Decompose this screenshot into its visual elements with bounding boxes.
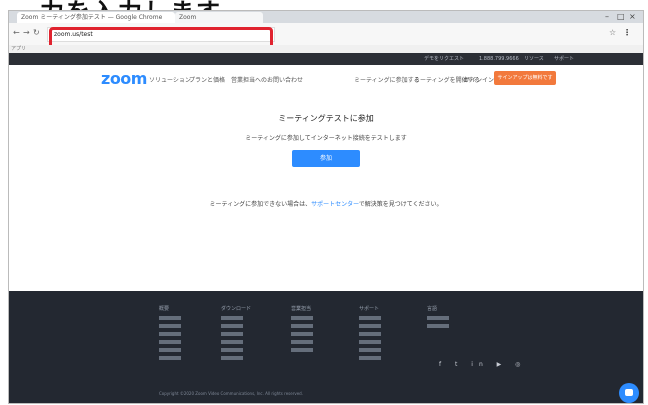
footer-link[interactable] <box>221 324 243 328</box>
footer-col-download: ダウンロード <box>221 305 251 364</box>
topstrip-support[interactable]: サポート <box>554 53 574 65</box>
footer-link[interactable] <box>291 324 313 328</box>
help-note-suffix: で解決策を見つけてください。 <box>358 201 443 208</box>
tab-zoom[interactable]: Zoom <box>175 12 263 23</box>
zoom-header: zoom ソリューション プランと価格 営業担当へのお問い合わせ ミーティングに… <box>9 65 643 93</box>
nav-pricing[interactable]: プランと価格 <box>189 75 225 84</box>
footer-heading: ダウンロード <box>221 306 252 312</box>
bookmark-apps[interactable]: アプリ <box>11 46 26 52</box>
footer-heading: 概要 <box>159 306 170 312</box>
maximize-icon[interactable]: □ <box>617 11 625 23</box>
back-icon[interactable]: ← <box>13 28 20 37</box>
page-subtitle: ミーティングに参加してインターネット接続をテストします <box>245 135 407 142</box>
footer-link[interactable] <box>359 324 381 328</box>
footer-col-support: サポート <box>359 305 381 364</box>
reload-icon[interactable]: ↻ <box>33 28 40 37</box>
zoom-top-strip: デモをリクエスト 1.888.799.9666 リソース サポート <box>9 53 643 65</box>
footer: 概要 ダウンロード 営業担当 サポート 言語 f t in ▶ ◎ Copyri… <box>9 291 643 403</box>
footer-link[interactable] <box>221 356 243 360</box>
social-icons[interactable]: f t in ▶ ◎ <box>439 361 526 368</box>
tab-bar: Zoom ミーティング参加テスト — Google Chrome Zoom – … <box>9 11 643 23</box>
minimize-icon[interactable]: – <box>605 11 609 23</box>
help-note-prefix: ミーティングに参加できない場合は、 <box>209 201 312 208</box>
browser-window: Zoom ミーティング参加テスト — Google Chrome Zoom – … <box>8 10 644 404</box>
support-center-link[interactable]: サポートセンター <box>311 201 359 208</box>
footer-link[interactable] <box>291 340 313 344</box>
footer-link[interactable] <box>159 348 181 352</box>
menu-icon[interactable]: ⋮ <box>623 28 631 37</box>
footer-link[interactable] <box>291 332 313 336</box>
footer-link[interactable] <box>359 316 381 320</box>
main-content: ミーティングテストに参加 ミーティングに参加してインターネット接続をテストします… <box>9 93 643 291</box>
copyright-text: Copyright ©2020 Zoom Video Communication… <box>159 391 303 396</box>
footer-link[interactable] <box>359 356 381 360</box>
help-note: ミーティングに参加できない場合は、サポートセンターで解決策を見つけてください。 <box>9 199 643 208</box>
page-title: ミーティングテストに参加 <box>278 114 374 123</box>
footer-link[interactable] <box>221 332 243 336</box>
footer-heading: 営業担当 <box>291 306 312 312</box>
footer-col-about: 概要 <box>159 305 181 364</box>
footer-link[interactable] <box>291 316 313 320</box>
bookmarks-bar: アプリ <box>9 45 643 53</box>
footer-link[interactable] <box>359 340 381 344</box>
footer-link[interactable] <box>427 324 449 328</box>
close-icon[interactable]: × <box>629 11 636 23</box>
footer-link[interactable] <box>221 348 243 352</box>
topstrip-demo[interactable]: デモをリクエスト <box>424 53 464 65</box>
footer-link[interactable] <box>159 340 181 344</box>
footer-link[interactable] <box>159 316 181 320</box>
join-button[interactable]: 参加 <box>292 150 360 167</box>
footer-heading: 言語 <box>427 306 438 312</box>
footer-link[interactable] <box>159 332 181 336</box>
signup-button[interactable]: サインアップは無料です <box>494 71 556 85</box>
nav-sign-in[interactable]: サインイン <box>464 75 494 84</box>
topstrip-resources[interactable]: リソース <box>524 53 544 65</box>
footer-heading: サポート <box>359 306 380 312</box>
footer-link[interactable] <box>427 316 449 320</box>
footer-link[interactable] <box>159 356 181 360</box>
zoom-logo[interactable]: zoom <box>101 69 147 88</box>
footer-link[interactable] <box>359 348 381 352</box>
star-icon[interactable]: ☆ <box>609 28 616 37</box>
nav-solutions[interactable]: ソリューション <box>149 75 191 84</box>
footer-link[interactable] <box>291 348 313 352</box>
chat-bubble-icon[interactable] <box>619 383 639 403</box>
footer-link[interactable] <box>221 316 243 320</box>
nav-join-meeting[interactable]: ミーティングに参加する <box>354 75 420 84</box>
footer-col-language: 言語 <box>427 305 449 332</box>
footer-link[interactable] <box>159 324 181 328</box>
forward-icon[interactable]: → <box>23 28 30 37</box>
topstrip-phone: 1.888.799.9666 <box>479 56 519 62</box>
footer-col-sales: 営業担当 <box>291 305 313 356</box>
tab-zoom-test[interactable]: Zoom ミーティング参加テスト — Google Chrome <box>17 12 175 23</box>
footer-link[interactable] <box>359 332 381 336</box>
footer-link[interactable] <box>221 340 243 344</box>
nav-contact-sales[interactable]: 営業担当へのお問い合わせ <box>231 75 303 84</box>
